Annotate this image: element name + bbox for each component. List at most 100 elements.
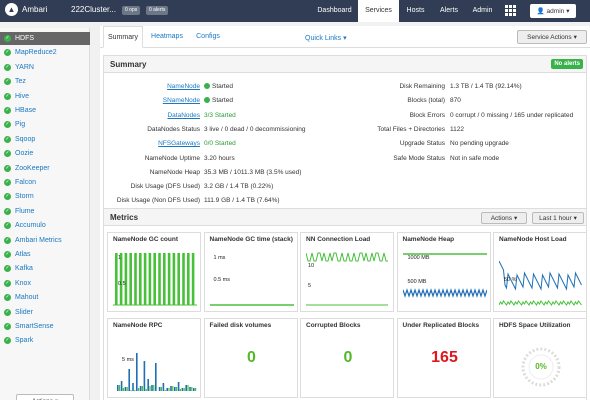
summary-value-text: 3/3 Started [204, 111, 236, 119]
sidebar-item-yarn[interactable]: ✓ YARN [0, 61, 90, 74]
host-load-line [499, 260, 582, 291]
summary-value: Started [204, 82, 233, 91]
alerts-status-badge[interactable]: No alerts [551, 59, 583, 69]
check-circle-icon: ✓ [4, 107, 11, 114]
chart-axis-label: 1 [118, 255, 122, 261]
summary-value: 3.20 hours [204, 154, 235, 163]
sidebar-item-ambari-metrics[interactable]: ✓ Ambari Metrics [0, 234, 90, 247]
rpc-queue-bar [145, 389, 147, 391]
widget-title: NameNode Heap [402, 236, 455, 243]
sidebar-item-label: Knox [15, 279, 31, 287]
rpc-queue-bar [130, 390, 132, 391]
summary-value: 111.9 GB / 1.4 TB (7.64%) [204, 196, 280, 205]
sidebar-item-slider[interactable]: ✓ Slider [0, 306, 90, 319]
sidebar-item-atlas[interactable]: ✓ Atlas [0, 248, 90, 261]
cluster-name[interactable]: 222Cluster... [71, 5, 116, 14]
nav-dashboard[interactable]: Dashboard [311, 0, 358, 22]
sidebar-item-kafka[interactable]: ✓ Kafka [0, 262, 90, 275]
sidebar-item-label: Kafka [15, 265, 33, 273]
rpc-queue-bar [149, 386, 151, 391]
metric-widget[interactable]: Corrupted Blocks 0 [300, 318, 394, 398]
sidebar-item-hive[interactable]: ✓ Hive [0, 90, 90, 103]
metric-widget[interactable]: Failed disk volumes 0 [203, 318, 298, 398]
summary-label[interactable]: NameNode [104, 82, 200, 91]
metric-widget[interactable]: HDFS Space Utilization 0% [493, 318, 587, 398]
sidebar-item-tez[interactable]: ✓ Tez [0, 75, 90, 88]
sidebar-item-hbase[interactable]: ✓ HBase [0, 104, 90, 117]
summary-label: Disk Usage (Non DFS Used) [116, 197, 200, 205]
host-load-base-line [499, 300, 582, 306]
alerts-badge[interactable]: 0 alerts [146, 6, 169, 15]
ops-badge[interactable]: 0 ops [122, 6, 141, 15]
quick-links-menu[interactable]: Quick Links ▾ [305, 34, 347, 42]
service-actions-button[interactable]: Service Actions ▾ [517, 30, 587, 44]
tab-heatmaps[interactable]: Heatmaps [148, 26, 186, 48]
sidebar-item-oozie[interactable]: ✓ Oozie [0, 147, 90, 160]
sidebar-item-label: Flume [15, 207, 35, 215]
chart-axis-label: 10 [308, 263, 315, 269]
rpc-queue-bar [164, 390, 166, 391]
metric-widget[interactable]: NameNode GC time (stack) 1 ms 0.5 ms [203, 232, 298, 312]
sidebar-item-hdfs[interactable]: ✓ HDFS [0, 32, 90, 45]
sidebar-actions-button[interactable]: Actions▾ [16, 394, 74, 400]
widget-title: Under Replicated Blocks [402, 322, 480, 329]
user-menu-button[interactable]: 👤 admin ▾ [530, 4, 576, 18]
check-circle-icon: ✓ [4, 121, 11, 129]
service-sidebar: ✓ HDFS ✓ MapReduce2 ✓ YARN ✓ Tez ✓ Hive ✓ HBase ✓ Pig… [0, 28, 90, 400]
sidebar-item-storm[interactable]: ✓ Storm [0, 190, 90, 203]
sidebar-item-mapreduce2[interactable]: ✓ MapReduce2 [0, 46, 90, 59]
sidebar-item-sqoop[interactable]: ✓ Sqoop [0, 133, 90, 146]
rpc-bar [170, 386, 172, 391]
rpc-queue-bar [168, 388, 170, 391]
metric-widget[interactable]: NameNode RPC 5 ms [107, 318, 201, 398]
metrics-actions-button[interactable]: Actions ▾ [481, 212, 527, 224]
summary-label: DataNodes Status [147, 125, 200, 133]
sidebar-item-spark[interactable]: ✓ Spark [0, 334, 90, 347]
metric-widget[interactable]: NameNode Heap 1000 MB 500 MB [396, 232, 491, 312]
summary-value-text: 3.2 GB / 1.4 TB (0.22%) [204, 183, 274, 191]
chart-axis-label: 50 % [504, 277, 517, 283]
views-grid-icon[interactable] [505, 5, 516, 16]
sidebar-item-mahout[interactable]: ✓ Mahout [0, 291, 90, 304]
chart-axis-label: 1000 MB [407, 255, 430, 261]
metric-widget[interactable]: NameNode GC count 1 0.5 [107, 232, 201, 312]
tab-summary[interactable]: Summary [103, 26, 143, 48]
nav-admin[interactable]: Admin [466, 0, 499, 22]
sidebar-item-falcon[interactable]: ✓ Falcon [0, 176, 90, 189]
widget-title: HDFS Space Utilization [499, 322, 571, 329]
gauge-value: 0% [535, 362, 547, 371]
gc-count-bar [158, 253, 161, 305]
metric-widget[interactable]: Under Replicated Blocks 165 [396, 318, 491, 398]
metrics-actions-label: Actions [490, 214, 513, 222]
sidebar-item-flume[interactable]: ✓ Flume [0, 205, 90, 218]
summary-label[interactable]: DataNodes [104, 111, 200, 120]
sidebar-item-label: Oozie [15, 150, 34, 158]
summary-value: 0 corrupt / 0 missing / 165 under replic… [450, 111, 574, 119]
sidebar-item-smartsense[interactable]: ✓ SmartSense [0, 320, 90, 333]
rpc-queue-bar [187, 385, 189, 391]
sidebar-item-accumulo[interactable]: ✓ Accumulo [0, 219, 90, 232]
check-circle-icon [204, 83, 210, 89]
summary-label[interactable]: SNameNode [104, 96, 200, 105]
widget-title: NN Connection Load [306, 236, 371, 243]
check-circle-icon: ✓ [4, 193, 11, 201]
check-circle-icon: ✓ [4, 49, 11, 57]
summary-label[interactable]: NFSGateways [104, 139, 200, 148]
tab-configs[interactable]: Configs [193, 26, 223, 48]
metric-widget[interactable]: NN Connection Load 10 5 [300, 232, 394, 312]
time-range-button[interactable]: Last 1 hour ▾ [532, 212, 584, 224]
widget-title: NameNode GC count [113, 236, 179, 243]
sidebar-item-label: Falcon [15, 179, 37, 186]
sidebar-item-pig[interactable]: ✓ Pig [0, 118, 90, 131]
rpc-bar [166, 388, 168, 391]
nav-services[interactable]: Services [358, 0, 399, 22]
sidebar-item-zookeeper[interactable]: ✓ ZooKeeper [0, 162, 90, 175]
check-circle-icon: ✓ [4, 337, 11, 345]
check-circle-icon: ✓ [4, 92, 11, 100]
check-circle-icon: ✓ [4, 207, 11, 215]
metric-widget[interactable]: NameNode Host Load 50 % [493, 232, 587, 312]
nav-alerts[interactable]: Alerts [432, 0, 466, 22]
brand[interactable]: ▲ Ambari [5, 3, 47, 16]
nav-hosts[interactable]: Hosts [399, 0, 432, 22]
sidebar-item-knox[interactable]: ✓ Knox [0, 277, 90, 290]
